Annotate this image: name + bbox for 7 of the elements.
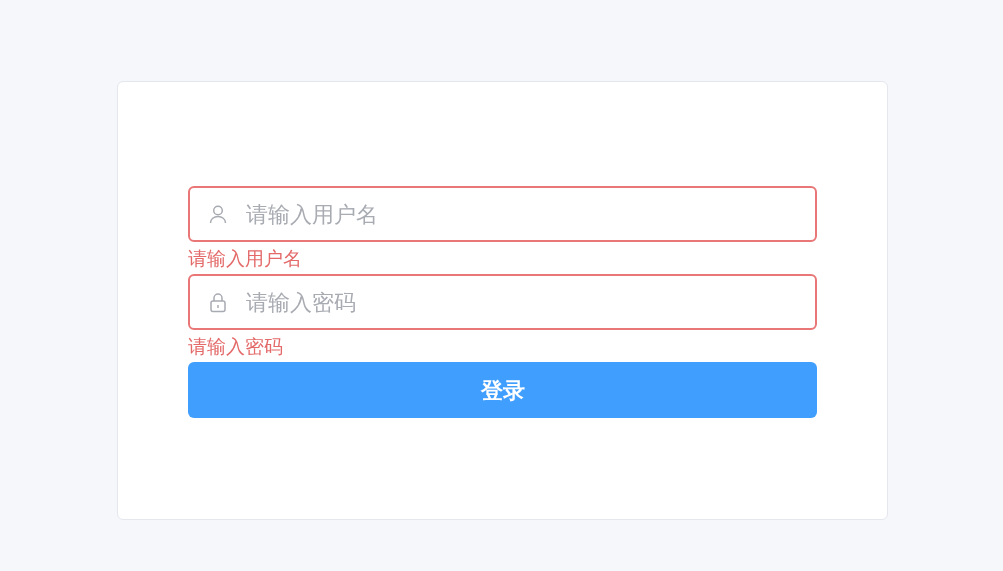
error-message: 请输入密码: [188, 334, 284, 359]
password-field[interactable]: 请输入密码: [188, 274, 817, 330]
login-button[interactable]: 登录: [188, 362, 817, 418]
error-message: 请输入用户名: [188, 246, 303, 271]
username-field[interactable]: 请输入用户名: [188, 186, 817, 242]
user-icon: [208, 204, 228, 225]
lock-icon: [208, 292, 228, 313]
